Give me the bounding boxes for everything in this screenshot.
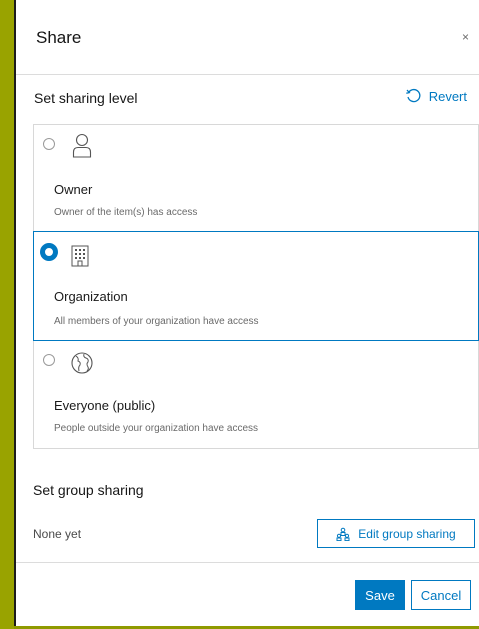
groups-icon	[336, 527, 350, 541]
sharing-option-organization[interactable]: Organization All members of your organiz…	[33, 231, 479, 341]
sharing-option-owner[interactable]: Owner Owner of the item(s) has access	[34, 125, 478, 232]
save-button[interactable]: Save	[355, 580, 405, 610]
sharing-option-description: Owner of the item(s) has access	[54, 207, 198, 218]
sharing-level-title: Set sharing level	[34, 90, 138, 106]
group-sharing-row: None yet Edit group sharing	[33, 516, 479, 550]
revert-icon	[405, 88, 421, 103]
edit-group-sharing-label: Edit group sharing	[358, 526, 456, 541]
globe-icon	[71, 352, 93, 374]
building-icon	[71, 245, 89, 267]
sharing-option-everyone[interactable]: Everyone (public) People outside your or…	[34, 341, 478, 448]
group-sharing-title: Set group sharing	[33, 482, 144, 498]
sharing-option-label: Everyone (public)	[54, 398, 156, 413]
sharing-option-description: All members of your organization have ac…	[54, 316, 259, 327]
revert-label: Revert	[428, 88, 467, 104]
user-icon	[72, 133, 92, 158]
sharing-option-description: People outside your organization have ac…	[54, 423, 259, 434]
edit-group-sharing-button[interactable]: Edit group sharing	[317, 519, 475, 548]
cancel-button[interactable]: Cancel	[411, 580, 471, 610]
sharing-level-options: Owner Owner of the item(s) has access Or…	[33, 124, 479, 449]
page-backdrop	[0, 0, 14, 629]
dialog-footer: Save Cancel	[16, 562, 479, 626]
sharing-level-header: Set sharing level Revert	[34, 86, 467, 110]
group-sharing-status: None yet	[33, 527, 82, 541]
radio-everyone[interactable]	[43, 354, 55, 366]
dialog-header: Share ×	[16, 0, 479, 75]
sharing-option-label: Organization	[54, 289, 128, 304]
radio-owner[interactable]	[43, 138, 55, 150]
dialog-title: Share	[36, 28, 82, 47]
close-icon[interactable]: ×	[462, 30, 469, 44]
share-dialog: Share × Set sharing level Revert Owner O…	[14, 0, 479, 626]
radio-organization[interactable]	[40, 243, 58, 261]
revert-button[interactable]: Revert	[405, 88, 467, 104]
sharing-option-label: Owner	[54, 182, 93, 197]
